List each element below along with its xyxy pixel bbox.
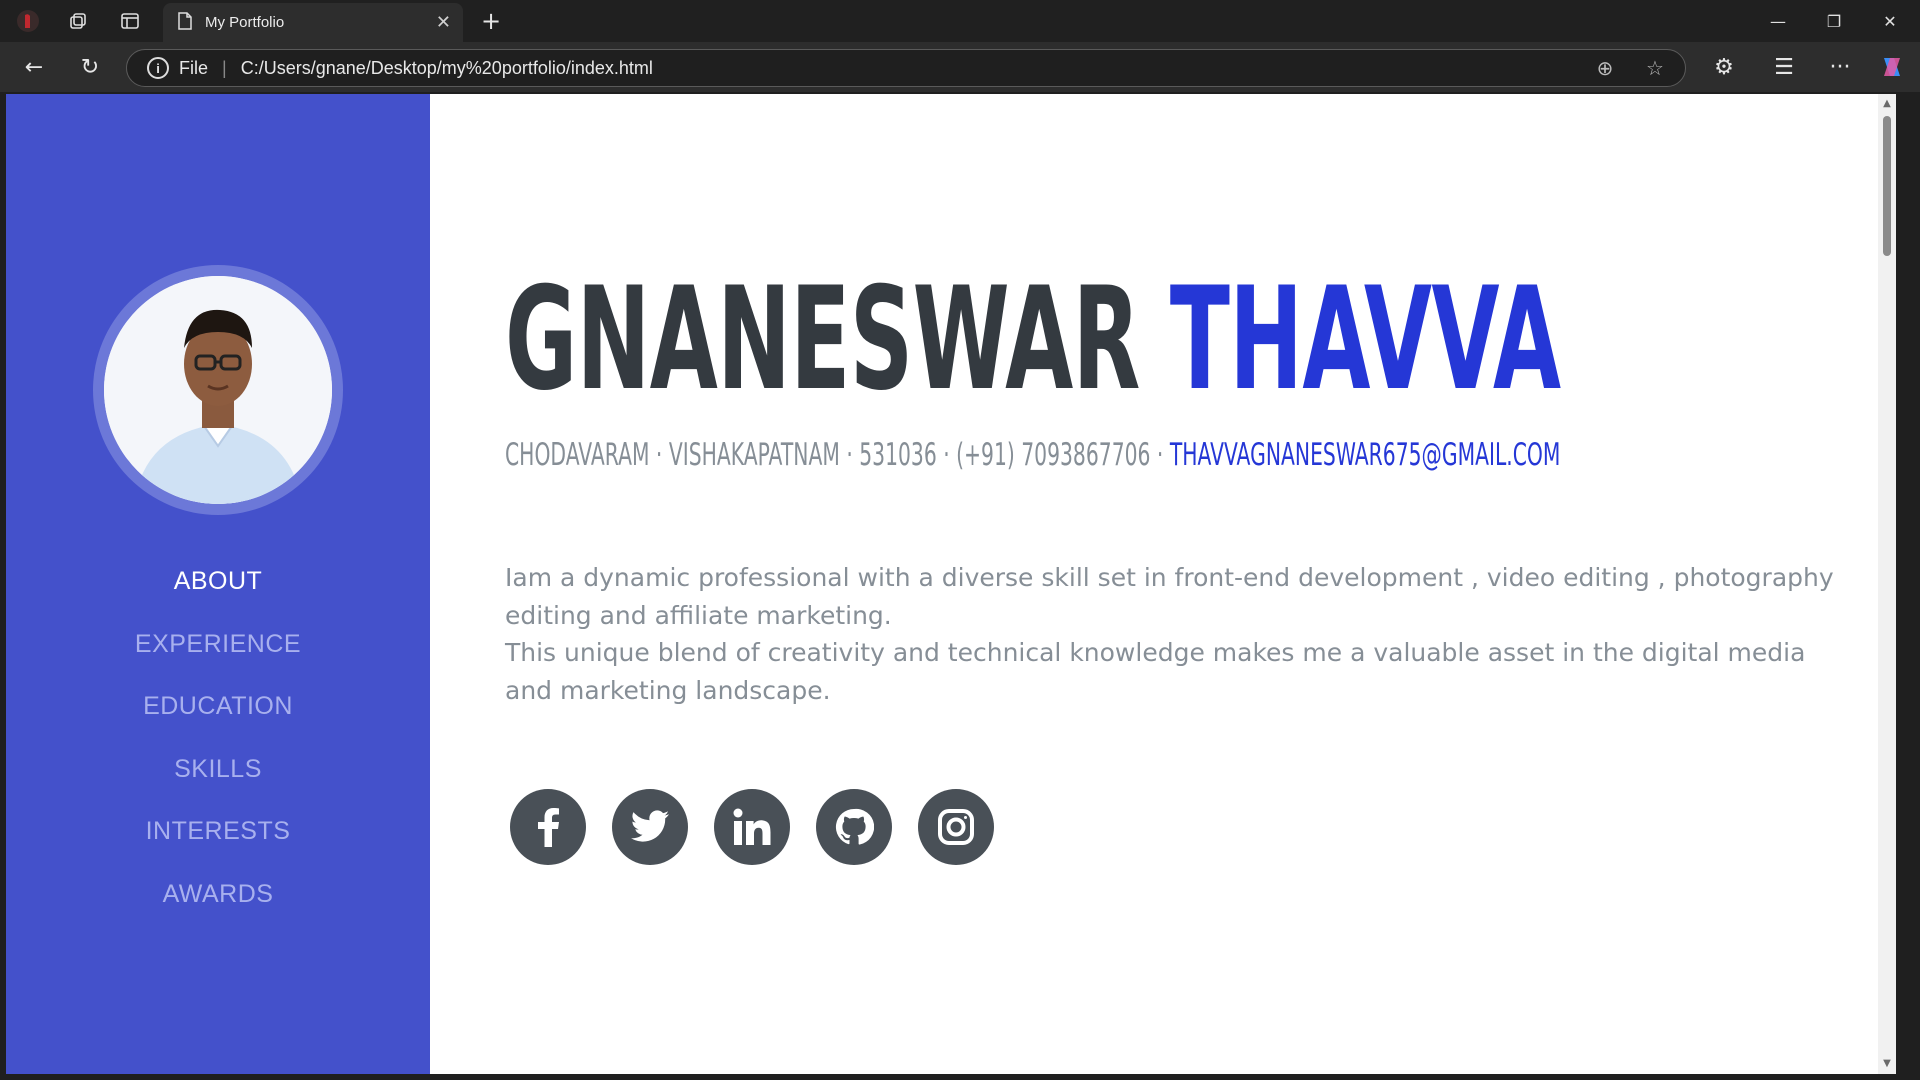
profile-avatar-icon[interactable] bbox=[8, 6, 48, 36]
close-window-icon[interactable]: ✕ bbox=[1862, 0, 1918, 42]
twitter-icon[interactable] bbox=[612, 789, 688, 865]
instagram-icon[interactable] bbox=[918, 789, 994, 865]
workspaces-icon[interactable] bbox=[58, 6, 98, 36]
scroll-down-icon[interactable]: ▼ bbox=[1881, 1058, 1893, 1070]
vertical-tabs-icon[interactable] bbox=[110, 6, 150, 36]
zoom-icon[interactable]: ⊕ bbox=[1587, 50, 1623, 86]
email-link[interactable]: THAVVAGNANESWAR675@GMAIL.COM bbox=[1170, 437, 1561, 473]
contact-line: CHODAVARAM · VISHAKAPATNAM · 531036 · (+… bbox=[505, 437, 1560, 473]
page-viewport: ABOUT EXPERIENCE EDUCATION SKILLS INTERE… bbox=[6, 94, 1896, 1074]
sidebar-item-education[interactable]: EDUCATION bbox=[6, 675, 430, 738]
profile-photo bbox=[104, 276, 332, 504]
tab-my-portfolio[interactable]: My Portfolio ✕ bbox=[163, 3, 463, 42]
browser-tab-strip: My Portfolio ✕ + — ❐ ✕ bbox=[0, 0, 1920, 42]
sidebar-item-experience[interactable]: EXPERIENCE bbox=[6, 613, 430, 676]
sidebar-nav: ABOUT EXPERIENCE EDUCATION SKILLS INTERE… bbox=[6, 550, 430, 925]
vertical-scrollbar[interactable]: ▲ ▼ bbox=[1878, 94, 1896, 1074]
minimize-icon[interactable]: — bbox=[1750, 0, 1806, 42]
close-tab-icon[interactable]: ✕ bbox=[436, 12, 451, 33]
address-divider: | bbox=[222, 57, 227, 78]
sidebar-item-awards[interactable]: AWARDS bbox=[6, 863, 430, 926]
address-bar[interactable]: i File | C:/Users/gnane/Desktop/my%20por… bbox=[126, 49, 1686, 87]
contact-address: CHODAVARAM · VISHAKAPATNAM · 531036 · (+… bbox=[505, 437, 1170, 473]
bio-paragraph-2: This unique blend of creativity and tech… bbox=[505, 638, 1806, 705]
favorites-list-icon[interactable]: ☰ bbox=[1766, 51, 1802, 83]
social-icons bbox=[510, 789, 994, 865]
github-icon[interactable] bbox=[816, 789, 892, 865]
page-document-icon bbox=[177, 11, 193, 34]
scrollbar-thumb[interactable] bbox=[1883, 116, 1891, 256]
more-menu-icon[interactable]: ··· bbox=[1822, 51, 1858, 83]
address-url: C:/Users/gnane/Desktop/my%20portfolio/in… bbox=[240, 57, 653, 78]
page-title: GNANESWAR THAVVA bbox=[505, 269, 1561, 411]
profile-photo-ring bbox=[93, 265, 343, 515]
scroll-up-icon[interactable]: ▲ bbox=[1881, 98, 1893, 110]
about-section: GNANESWAR THAVVA CHODAVARAM · VISHAKAPAT… bbox=[430, 94, 1896, 1074]
back-icon[interactable]: ← bbox=[16, 51, 52, 83]
facebook-icon[interactable] bbox=[510, 789, 586, 865]
linkedin-icon[interactable] bbox=[714, 789, 790, 865]
sidebar-item-skills[interactable]: SKILLS bbox=[6, 738, 430, 801]
restore-icon[interactable]: ❐ bbox=[1806, 0, 1862, 42]
copilot-icon[interactable] bbox=[1874, 51, 1910, 83]
favorite-star-icon[interactable]: ☆ bbox=[1637, 50, 1673, 86]
new-tab-icon[interactable]: + bbox=[476, 6, 506, 36]
address-scheme: File bbox=[179, 57, 209, 78]
extensions-icon[interactable]: ⚙ bbox=[1706, 51, 1742, 83]
browser-toolbar: ← ↻ i File | C:/Users/gnane/Desktop/my%2… bbox=[0, 42, 1920, 92]
bio-text: Iam a dynamic professional with a divers… bbox=[505, 559, 1835, 709]
sidebar-item-interests[interactable]: INTERESTS bbox=[6, 800, 430, 863]
tab-title: My Portfolio bbox=[205, 14, 285, 31]
bio-paragraph-1: Iam a dynamic professional with a divers… bbox=[505, 563, 1834, 630]
first-name: GNANESWAR bbox=[505, 257, 1140, 422]
sidebar: ABOUT EXPERIENCE EDUCATION SKILLS INTERE… bbox=[6, 94, 430, 1074]
site-info-icon[interactable]: i bbox=[147, 57, 169, 79]
sidebar-item-about[interactable]: ABOUT bbox=[6, 550, 430, 613]
refresh-icon[interactable]: ↻ bbox=[72, 51, 108, 83]
last-name: THAVVA bbox=[1169, 257, 1561, 422]
